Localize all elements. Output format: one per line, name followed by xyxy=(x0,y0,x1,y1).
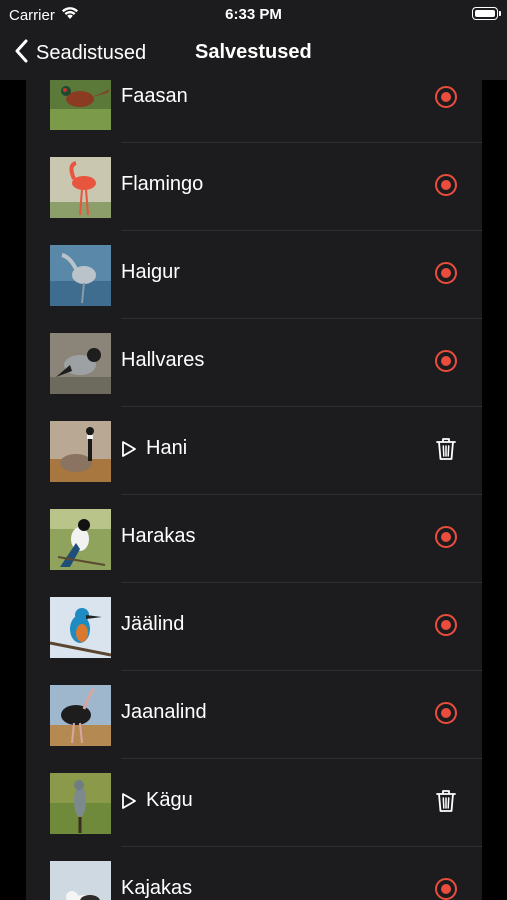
record-icon xyxy=(434,613,458,642)
list-item[interactable]: Kajakas xyxy=(26,847,482,900)
chevron-left-icon xyxy=(14,39,28,68)
delete-button[interactable] xyxy=(428,785,464,821)
bird-name: Flamingo xyxy=(121,173,204,195)
bird-name: Hani xyxy=(146,437,188,459)
recordings-list[interactable]: Faasan Flamingo Haigur Hallvares Hani Harakas… xyxy=(26,80,482,900)
record-button[interactable] xyxy=(428,521,464,557)
trash-icon xyxy=(436,789,456,818)
list-item[interactable]: Jäälind xyxy=(26,583,482,671)
bird-name: Kägu xyxy=(146,789,193,811)
bird-name: Hallvares xyxy=(121,349,205,371)
bird-name-label: Haigur xyxy=(121,261,180,284)
record-button[interactable] xyxy=(428,609,464,645)
list-item[interactable]: Hani xyxy=(26,407,482,495)
bird-name: Harakas xyxy=(121,525,196,547)
play-icon[interactable] xyxy=(121,792,137,810)
bird-thumbnail xyxy=(50,597,111,658)
record-button[interactable] xyxy=(428,345,464,381)
status-bar: Carrier 6:33 PM xyxy=(0,0,507,30)
bird-thumbnail xyxy=(50,80,111,130)
delete-button[interactable] xyxy=(428,433,464,469)
bird-thumbnail xyxy=(50,861,111,900)
record-icon xyxy=(434,701,458,730)
bird-thumbnail xyxy=(50,685,111,746)
bird-name: Faasan xyxy=(121,85,188,107)
bird-name-label: Flamingo xyxy=(121,173,203,196)
page-title: Salvestused xyxy=(195,41,312,63)
list-item[interactable]: Flamingo xyxy=(26,143,482,231)
bird-name: Jäälind xyxy=(121,613,185,635)
list-item[interactable]: Kägu xyxy=(26,759,482,847)
record-icon xyxy=(434,349,458,378)
bird-name-label: Faasan xyxy=(121,85,188,108)
record-icon xyxy=(434,173,458,202)
bird-thumbnail xyxy=(50,421,111,482)
bird-name-label: Jäälind xyxy=(121,613,184,636)
bird-name-label: Jaanalind xyxy=(121,701,207,724)
record-icon xyxy=(434,85,458,114)
record-button[interactable] xyxy=(428,257,464,293)
bird-thumbnail xyxy=(50,509,111,570)
navigation-bar: Seadistused Salvestused xyxy=(0,30,507,80)
bird-name: Kajakas xyxy=(121,877,193,899)
record-icon xyxy=(434,877,458,900)
bird-thumbnail xyxy=(50,773,111,834)
bird-name-label[interactable]: Kägu xyxy=(121,789,193,812)
back-button[interactable]: Seadistused xyxy=(14,38,146,68)
back-button-label: Seadistused xyxy=(36,41,147,64)
bird-name: Haigur xyxy=(121,261,180,283)
bird-name-label: Kajakas xyxy=(121,877,192,900)
bird-thumbnail xyxy=(50,157,111,218)
record-button[interactable] xyxy=(428,697,464,733)
bird-name: Jaanalind xyxy=(121,701,207,723)
list-item[interactable]: Faasan xyxy=(26,80,482,143)
status-time: 6:33 PM xyxy=(225,6,282,23)
play-icon[interactable] xyxy=(121,440,137,458)
record-icon xyxy=(434,261,458,290)
list-item[interactable]: Jaanalind xyxy=(26,671,482,759)
trash-icon xyxy=(436,437,456,466)
list-item[interactable]: Hallvares xyxy=(26,319,482,407)
bird-name-label[interactable]: Hani xyxy=(121,437,187,460)
bird-name-label: Harakas xyxy=(121,525,195,548)
bird-thumbnail xyxy=(50,245,111,306)
record-button[interactable] xyxy=(428,873,464,900)
record-icon xyxy=(434,525,458,554)
list-item[interactable]: Harakas xyxy=(26,495,482,583)
record-button[interactable] xyxy=(428,81,464,117)
battery-icon xyxy=(472,7,501,20)
record-button[interactable] xyxy=(428,169,464,205)
bird-name-label: Hallvares xyxy=(121,349,204,372)
list-item[interactable]: Haigur xyxy=(26,231,482,319)
bird-thumbnail xyxy=(50,333,111,394)
